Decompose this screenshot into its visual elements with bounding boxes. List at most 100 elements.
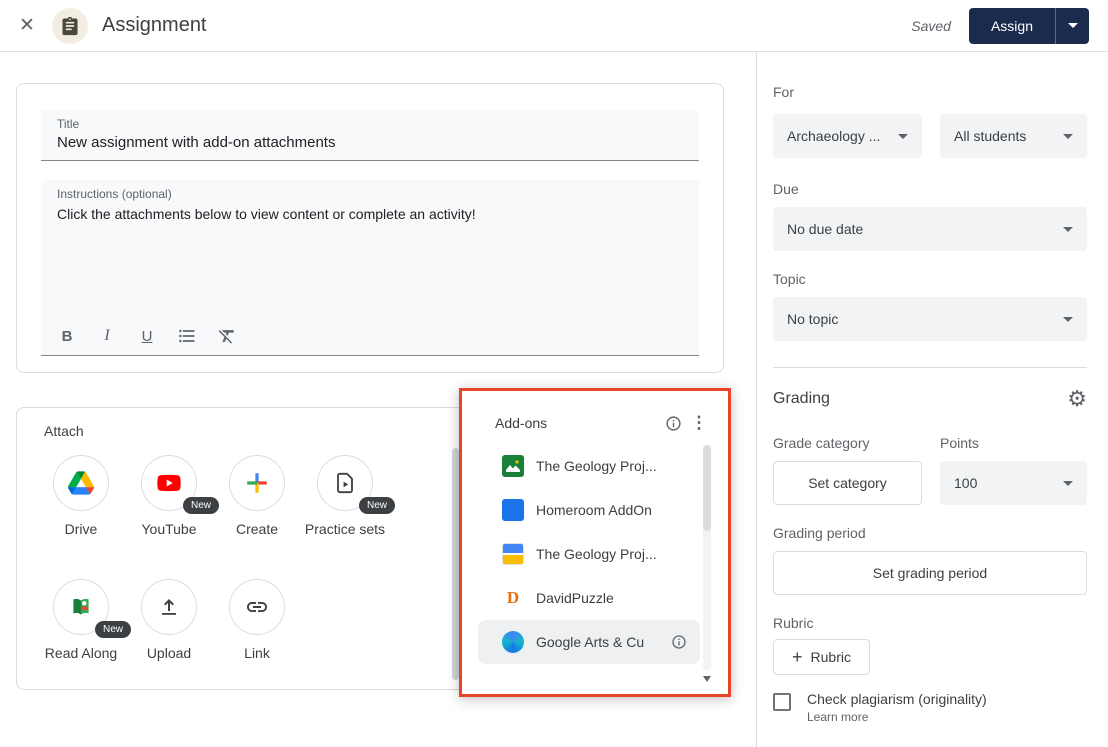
info-icon[interactable] [660, 410, 686, 436]
bold-icon[interactable]: B [55, 324, 79, 348]
upload-icon [141, 579, 197, 635]
attach-drive-button[interactable]: Drive [37, 455, 125, 539]
addon-item-geology-1[interactable]: The Geology Proj... [462, 444, 728, 488]
addon-name: DavidPuzzle [536, 590, 728, 606]
addons-popup: Add-ons ⋮ The Geology Proj... Homeroom A… [459, 388, 731, 697]
grade-category-label: Grade category [773, 435, 922, 451]
grading-controls-row: Set category 100 [773, 461, 1087, 505]
grading-labels-row: Grade category Points [773, 435, 1087, 451]
homeroom-addon-icon [502, 499, 524, 521]
topic-select[interactable]: No topic [773, 297, 1087, 341]
class-select[interactable]: Archaeology ... [773, 114, 922, 158]
for-selects-row: Archaeology ... All students [773, 114, 1087, 158]
gear-icon[interactable]: ⚙ [1067, 388, 1087, 410]
arts-culture-addon-icon [502, 631, 524, 653]
attach-youtube-button[interactable]: New YouTube [125, 455, 213, 539]
grading-heading: Grading [773, 390, 830, 408]
saved-status: Saved [911, 18, 951, 34]
topic-value: No topic [787, 311, 838, 327]
set-grading-period-button[interactable]: Set grading period [773, 551, 1087, 595]
attach-practice-sets-button[interactable]: New Practice sets [301, 455, 389, 539]
addon-item-arts-culture[interactable]: Google Arts & Cu [478, 620, 700, 664]
due-label: Due [773, 181, 1087, 197]
instructions-input-label: Instructions (optional) [41, 180, 699, 201]
assignment-type-badge [52, 8, 88, 44]
learn-more-link[interactable]: Learn more [807, 710, 987, 724]
chevron-down-icon [1068, 23, 1078, 28]
attach-label: Drive [65, 519, 98, 539]
addon-info-icon[interactable] [666, 629, 692, 655]
drive-icon [53, 455, 109, 511]
top-bar: ✕ Assignment Saved Assign [0, 0, 1108, 52]
topic-label: Topic [773, 271, 1087, 287]
addons-header: Add-ons ⋮ [462, 391, 728, 444]
due-date-select[interactable]: No due date [773, 207, 1087, 251]
addon-name: Homeroom AddOn [536, 502, 728, 518]
attach-label: Read Along [45, 643, 117, 663]
points-select[interactable]: 100 [940, 461, 1087, 505]
plagiarism-row: Check plagiarism (originality) Learn mor… [773, 691, 1087, 724]
instructions-input[interactable]: Instructions (optional) Click the attach… [41, 180, 699, 356]
title-input[interactable]: Title New assignment with add-on attachm… [41, 110, 699, 161]
addons-scrollbar-thumb[interactable] [703, 445, 711, 531]
due-date-value: No due date [787, 221, 863, 237]
add-rubric-button[interactable]: + Rubric [773, 639, 870, 675]
students-select-value: All students [954, 128, 1026, 144]
new-badge: New [359, 497, 395, 514]
addon-name: The Geology Proj... [536, 458, 728, 474]
attach-read-along-button[interactable]: New Read Along [37, 579, 125, 663]
for-label: For [773, 84, 1087, 100]
assignment-clipboard-icon [60, 16, 80, 36]
chevron-down-icon [1063, 317, 1073, 322]
page-title: Assignment [102, 14, 207, 37]
italic-icon[interactable]: I [95, 324, 119, 348]
addon-item-homeroom[interactable]: Homeroom AddOn [462, 488, 728, 532]
class-select-value: Archaeology ... [787, 128, 880, 144]
attach-label: Practice sets [305, 519, 385, 539]
assign-button[interactable]: Assign [969, 8, 1055, 44]
attach-scrollbar[interactable] [452, 448, 459, 680]
addon-name: Google Arts & Cu [536, 634, 666, 650]
assign-dropdown-button[interactable] [1055, 8, 1089, 44]
title-input-value: New assignment with add-on attachments [41, 131, 699, 151]
rubric-label: Rubric [773, 615, 1087, 631]
plagiarism-checkbox[interactable] [773, 693, 791, 711]
set-category-select[interactable]: Set category [773, 461, 922, 505]
points-label: Points [940, 435, 1087, 451]
attach-create-button[interactable]: Create [213, 455, 301, 539]
chevron-down-icon [1063, 481, 1073, 486]
attach-label: Link [244, 643, 270, 663]
set-category-value: Set category [808, 475, 887, 491]
attach-upload-button[interactable]: Upload [125, 579, 213, 663]
davidpuzzle-addon-icon: D [502, 587, 524, 609]
set-grading-period-label: Set grading period [873, 565, 987, 581]
attach-row-2: New Read Along Upload Link [37, 579, 301, 663]
sidebar-divider [773, 367, 1087, 368]
bulleted-list-icon[interactable] [175, 324, 199, 348]
plagiarism-label: Check plagiarism (originality) [807, 691, 987, 707]
students-select[interactable]: All students [940, 114, 1087, 158]
geology-addon-icon [502, 455, 524, 477]
instructions-input-value: Click the attachments below to view cont… [41, 201, 699, 222]
attach-link-button[interactable]: Link [213, 579, 301, 663]
addon-name: The Geology Proj... [536, 546, 728, 562]
grading-header-row: Grading ⚙ [773, 386, 1087, 412]
close-button[interactable]: ✕ [14, 13, 40, 39]
clear-formatting-icon[interactable] [215, 324, 239, 348]
plus-icon: + [792, 648, 803, 666]
attach-label: Create [236, 519, 278, 539]
new-badge: New [183, 497, 219, 514]
addon-item-davidpuzzle[interactable]: D DavidPuzzle [462, 576, 728, 620]
chevron-down-icon [898, 134, 908, 139]
geology-book-addon-icon [502, 543, 524, 565]
addons-scrollbar[interactable] [703, 445, 711, 670]
add-rubric-label: Rubric [811, 649, 851, 665]
create-plus-icon [229, 455, 285, 511]
addon-item-geology-2[interactable]: The Geology Proj... [462, 532, 728, 576]
attach-row-1: Drive New YouTube Create [37, 455, 389, 539]
chevron-down-icon [1063, 227, 1073, 232]
underline-icon[interactable]: U [135, 324, 159, 348]
attach-label: Upload [147, 643, 191, 663]
scroll-down-icon[interactable] [703, 676, 711, 682]
more-options-icon[interactable]: ⋮ [686, 410, 712, 436]
